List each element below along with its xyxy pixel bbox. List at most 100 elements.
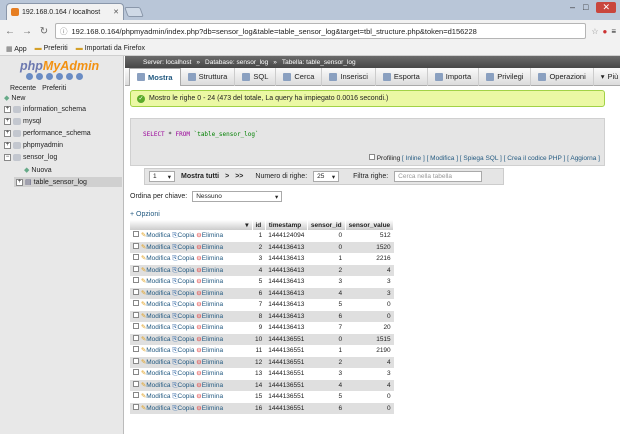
cell-timestamp[interactable]: 1444136413 <box>265 241 308 253</box>
last-page-button[interactable]: >> <box>235 173 243 180</box>
filter-input[interactable]: Cerca nella tabella <box>394 171 483 182</box>
cell-id[interactable]: 15 <box>252 391 266 403</box>
tree-item-sensor-log[interactable]: − sensor_log <box>4 154 57 161</box>
cell-id[interactable]: 3 <box>252 253 266 265</box>
edit-link[interactable]: ✎Modifica <box>141 290 171 297</box>
cell-sensor-value[interactable]: 3 <box>345 287 394 299</box>
cell-sensor-id[interactable]: 3 <box>307 276 346 288</box>
tab-piu[interactable]: ▾ Più <box>594 68 620 86</box>
cell-sensor-id[interactable]: 4 <box>307 379 346 391</box>
cell-timestamp[interactable]: 1444136413 <box>265 276 308 288</box>
cell-timestamp[interactable]: 1444136413 <box>265 264 308 276</box>
copy-link[interactable]: ⎘Copia <box>172 301 194 308</box>
delete-link[interactable]: ⊖Elimina <box>196 313 223 320</box>
delete-link[interactable]: ⊖Elimina <box>196 359 223 366</box>
cell-id[interactable]: 6 <box>252 287 266 299</box>
row-checkbox[interactable] <box>133 380 139 387</box>
row-checkbox[interactable] <box>133 357 139 364</box>
edit-link[interactable]: ✎Modifica <box>141 336 171 343</box>
tab-cerca[interactable]: Cerca <box>276 67 323 86</box>
cell-sensor-value[interactable]: 3 <box>345 276 394 288</box>
home-icon[interactable] <box>26 73 33 80</box>
tree-item-phpmyadmin[interactable]: + phpmyadmin <box>4 142 63 149</box>
column-sensor-value-header[interactable]: sensor_value <box>345 220 395 230</box>
cell-timestamp[interactable]: 1444136413 <box>265 322 308 334</box>
cell-sensor-id[interactable]: 2 <box>307 356 346 368</box>
cell-id[interactable]: 8 <box>252 310 266 322</box>
delete-link[interactable]: ⊖Elimina <box>196 370 223 377</box>
tab-preferiti[interactable]: Preferiti <box>42 85 66 92</box>
tree-item-table-sensor-log[interactable]: + ▤ table_sensor_log <box>14 177 122 187</box>
edit-link[interactable]: ✎Modifica <box>141 370 171 377</box>
bookmark-firefox[interactable]: ▬ Importati da Firefox <box>76 45 145 52</box>
cell-sensor-value[interactable]: 0 <box>345 402 394 414</box>
copy-link[interactable]: ⎘Copia <box>172 359 194 366</box>
delete-link[interactable]: ⊖Elimina <box>196 278 223 285</box>
row-checkbox[interactable] <box>133 288 139 295</box>
tab-mostra[interactable]: Mostra <box>129 67 181 86</box>
delete-link[interactable]: ⊖Elimina <box>196 393 223 400</box>
copy-link[interactable]: ⎘Copia <box>172 232 194 239</box>
cell-id[interactable]: 16 <box>252 402 266 414</box>
cell-sensor-value[interactable]: 3 <box>345 368 394 380</box>
row-checkbox[interactable] <box>133 254 139 261</box>
row-checkbox[interactable] <box>133 265 139 272</box>
expand-icon[interactable]: + <box>4 142 11 149</box>
tab-esporta[interactable]: Esporta <box>376 67 428 86</box>
extension-icon[interactable]: ● <box>602 27 607 36</box>
page-select[interactable]: 1 ▾ <box>149 171 175 182</box>
tree-item-nuova[interactable]: ◆ Nuova <box>24 166 52 175</box>
cell-id[interactable]: 11 <box>252 345 266 357</box>
cell-sensor-id[interactable]: 3 <box>307 368 346 380</box>
sort-select[interactable]: Nessuno ▾ <box>192 191 283 202</box>
cell-id[interactable]: 1 <box>252 230 266 242</box>
row-checkbox[interactable] <box>133 311 139 318</box>
next-page-button[interactable]: > <box>225 173 229 180</box>
row-checkbox[interactable] <box>133 300 139 307</box>
expand-icon[interactable]: + <box>4 118 11 125</box>
cell-timestamp[interactable]: 1444136413 <box>265 299 308 311</box>
cell-timestamp[interactable]: 1444136551 <box>265 333 308 345</box>
exit-icon[interactable] <box>36 73 43 80</box>
tab-privilegi[interactable]: Privilegi <box>479 67 532 86</box>
menu-icon[interactable]: ≡ <box>611 27 616 36</box>
delete-link[interactable]: ⊖Elimina <box>196 336 223 343</box>
cell-id[interactable]: 9 <box>252 322 266 334</box>
options-toggle[interactable]: + Opzioni <box>130 211 160 218</box>
cell-timestamp[interactable]: 1444136413 <box>265 253 308 265</box>
cell-timestamp[interactable]: 1444136551 <box>265 345 308 357</box>
tab-close-icon[interactable]: ✕ <box>113 8 119 16</box>
edit-link[interactable]: ✎Modifica <box>141 324 171 331</box>
row-checkbox[interactable] <box>133 369 139 376</box>
delete-link[interactable]: ⊖Elimina <box>196 324 223 331</box>
phpmyadmin-logo[interactable]: phpMyAdmin <box>20 59 99 73</box>
cell-sensor-id[interactable]: 1 <box>307 345 346 357</box>
edit-link[interactable]: ✎Modifica <box>141 278 171 285</box>
edit-link[interactable]: ✎Modifica <box>141 359 171 366</box>
cell-id[interactable]: 5 <box>252 276 266 288</box>
edit-link[interactable]: ✎Modifica <box>141 405 171 412</box>
copy-link[interactable]: ⎘Copia <box>172 347 194 354</box>
breadcrumb-database[interactable]: Database: sensor_log <box>205 59 268 66</box>
edit-link[interactable]: ✎Modifica <box>141 301 171 308</box>
copy-link[interactable]: ⎘Copia <box>172 244 194 251</box>
profiling-checkbox[interactable] <box>368 154 375 160</box>
cell-sensor-id[interactable]: 7 <box>307 322 346 334</box>
cell-timestamp[interactable]: 1444136551 <box>265 368 308 380</box>
cell-timestamp[interactable]: 1444136551 <box>265 356 308 368</box>
bookmark-preferiti[interactable]: ▬ Preferiti <box>35 45 68 52</box>
edit-link[interactable]: ✎Modifica <box>141 347 171 354</box>
cell-timestamp[interactable]: 1444136551 <box>265 391 308 403</box>
row-checkbox[interactable] <box>133 277 139 284</box>
show-all-button[interactable]: Mostra tutti <box>181 173 219 180</box>
copy-link[interactable]: ⎘Copia <box>172 313 194 320</box>
forward-icon[interactable]: → <box>21 26 33 37</box>
cell-id[interactable]: 7 <box>252 299 266 311</box>
cell-sensor-id[interactable]: 0 <box>307 333 346 345</box>
cell-id[interactable]: 14 <box>252 379 266 391</box>
cell-timestamp[interactable]: 1444124094 <box>265 230 308 242</box>
cell-id[interactable]: 2 <box>252 241 266 253</box>
tab-struttura[interactable]: Struttura <box>181 67 236 86</box>
settings-icon[interactable] <box>66 73 73 80</box>
column-options-header[interactable]: ▾ <box>130 220 253 230</box>
